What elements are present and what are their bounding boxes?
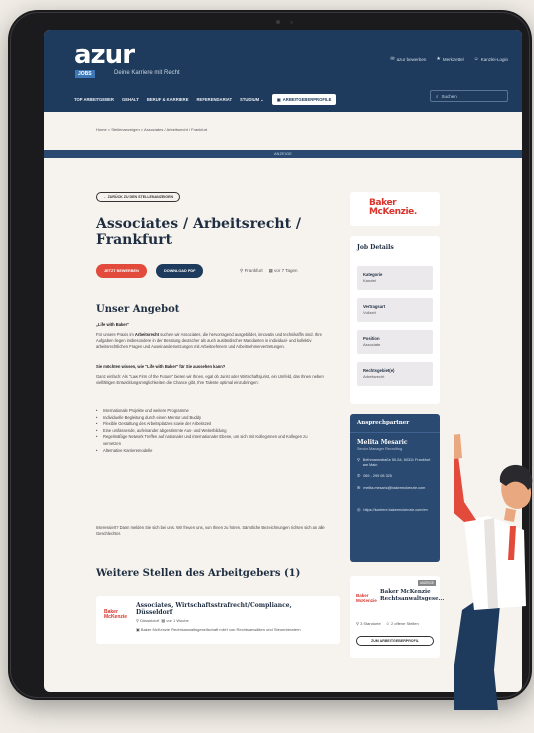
cheering-person-illustration	[454, 434, 533, 710]
contact-title: Ansprechpartner	[357, 420, 410, 426]
employer-logo-box[interactable]: Baker McKenzie.	[350, 192, 440, 226]
baker-mckenzie-logo: Baker McKenzie.	[369, 198, 417, 217]
search-icon: ⌕	[436, 93, 439, 99]
globe-icon: ◎	[357, 508, 361, 512]
list-item: Regelmäßige Network Treffen auf national…	[96, 434, 326, 447]
employer-stats: ⚲ 3 Standorte ☺ 2 offene Stellen	[356, 621, 419, 626]
job-meta: ⚲ Frankfurt ▦ vor 7 Tagen	[240, 268, 298, 274]
user-icon: ☺	[473, 56, 479, 62]
employer-profile-button[interactable]: ZUM ARBEITGEBERPROFIL	[356, 636, 434, 646]
employer-profiles-button[interactable]: ▣ ARBEITGEBERPROFILE	[271, 94, 337, 105]
site-logo[interactable]: azur	[74, 40, 135, 70]
camera	[276, 20, 280, 24]
chevron-down-icon: ⌄	[260, 97, 264, 102]
list-item: Internationale Projekte und weitere Prog…	[96, 408, 326, 415]
phone-icon: ✆	[357, 474, 361, 478]
company-logo: Baker McKenzie	[356, 593, 377, 603]
apply-link[interactable]: ✉ azur bewerben	[390, 56, 426, 62]
divider	[350, 432, 440, 433]
bookmark-icon: ★	[436, 56, 441, 62]
offer-paragraph-1: Für unsere Praxis im Arbeitsrecht suchen…	[96, 332, 322, 349]
related-job-meta: ⚲ Düsseldorf ▦ vor 1 Woche	[136, 618, 189, 623]
related-job-company: ▣ Baker McKenzie Rechtsanwaltsgesellscha…	[136, 627, 301, 632]
list-item: Eine umfassende, aufeinander abgestimmte…	[96, 428, 326, 435]
nav-referendariat[interactable]: REFERENDARIAT	[197, 97, 233, 102]
list-item: Individuelle Begleitung durch einen Ment…	[96, 415, 326, 422]
people-icon: ☺	[385, 621, 390, 626]
job-location: Frankfurt	[244, 268, 263, 273]
ad-label-bar: ANZEIGE	[44, 150, 522, 158]
breadcrumb-bar: Home > Stellenanzeigen > Associates / Ar…	[44, 112, 522, 150]
contact-address: ⚲ Bethmannstraße 50-54, 60311 Frankfurt a…	[357, 458, 431, 467]
search-placeholder: Suchen	[441, 93, 457, 99]
related-job-title[interactable]: Associates, Wirtschaftsstrafrecht/Compli…	[136, 602, 326, 616]
download-pdf-button[interactable]: DOWNLOAD PDF	[156, 264, 204, 278]
firm-login-link[interactable]: ☺ Kanzlei-Login	[474, 56, 508, 62]
offer-subheading-2: Sie möchten wissen, wie "Life with Baker…	[96, 364, 226, 369]
detail-position: Position Associate	[357, 330, 433, 354]
detail-contract: Vertragsart Vollzeit	[357, 298, 433, 322]
location-pin-icon: ⚲	[356, 621, 359, 626]
nav-top-employers[interactable]: TOP ARBEITGEBER	[74, 97, 114, 102]
contact-name: Melita Mesaric	[357, 439, 408, 446]
site-slogan: Deine Karriere mit Recht	[114, 70, 180, 76]
building-icon: ▣	[276, 97, 281, 102]
breadcrumb[interactable]: Home > Stellenanzeigen > Associates / Ar…	[96, 127, 207, 132]
detail-category: Kategorie Kanzlei	[357, 266, 433, 290]
list-item: Flexible Gestaltung des Arbeitsplatzes s…	[96, 421, 326, 428]
offer-subheading-1: „Life with Baker“	[96, 322, 130, 327]
sensor	[290, 21, 293, 24]
related-job-card[interactable]: Baker McKenzie Associates, Wirtschaftsst…	[96, 596, 340, 644]
back-to-listings-button[interactable]: ← ZURÜCK ZU DEN STELLENANZEIGEN	[96, 192, 181, 202]
calendar-icon: ▦	[268, 268, 273, 273]
job-posted: vor 7 Tagen	[274, 268, 298, 273]
contact-phone[interactable]: ✆ 069 - 299 08 325	[357, 474, 435, 479]
job-details-panel: Job Details Kategorie Kanzlei Vertragsar…	[350, 236, 440, 404]
logo-jobs-badge: JOBS	[75, 70, 95, 78]
nav-salary[interactable]: GEHALT	[122, 97, 139, 102]
site-header: azur JOBS Deine Karriere mit Recht ✉ azur…	[44, 30, 522, 112]
building-icon: ▣	[136, 627, 140, 632]
search-input[interactable]: ⌕ Suchen	[430, 90, 508, 102]
job-details-title: Job Details	[357, 244, 394, 251]
contact-role: Senior Manager Recruiting	[357, 447, 403, 451]
bookmarks-link[interactable]: ★ Merkzettel	[436, 56, 463, 62]
offer-paragraph-2: Ganz einfach: Als "Law Firm of the Futur…	[96, 374, 324, 385]
contact-email[interactable]: ✉ melita.mesaric@bakermckenzie.com	[357, 486, 435, 491]
contact-panel: Ansprechpartner Melita Mesaric Senior Ma…	[350, 414, 440, 562]
main-nav: TOP ARBEITGEBER GEHALT BERUF & KARRIERE …	[74, 94, 337, 105]
benefits-list: Internationale Projekte und weitere Prog…	[96, 408, 326, 454]
browser-screen: azur JOBS Deine Karriere mit Recht ✉ azur…	[44, 30, 522, 692]
job-title: Associates / Arbeitsrecht / Frankfurt	[96, 216, 302, 248]
offer-heading: Unser Angebot	[96, 304, 180, 315]
closing-paragraph: Interessiert? Dann melden Sie sich bei u…	[96, 525, 325, 536]
top-links: ✉ azur bewerben ★ Merkzettel ☺ Kanzlei-Logi…	[390, 56, 508, 62]
contact-website[interactable]: ◎ https://karriere.bakermckenzie.com/en	[357, 508, 435, 513]
employer-name[interactable]: Baker McKenzie Rechtsanwaltsgese...	[380, 589, 444, 602]
ad-tag: ANZEIGE	[418, 580, 436, 586]
location-pin-icon: ⚲	[240, 268, 244, 273]
calendar-icon: ▦	[161, 618, 166, 623]
company-logo: Baker McKenzie	[104, 609, 128, 620]
apply-now-button[interactable]: JETZT BEWERBEN	[96, 264, 147, 278]
location-pin-icon: ⚲	[357, 458, 360, 462]
location-pin-icon: ⚲	[136, 618, 139, 623]
nav-study[interactable]: STUDIUM ⌄	[240, 97, 264, 102]
send-icon: ✉	[390, 56, 395, 62]
nav-career[interactable]: BERUF & KARRIERE	[147, 97, 189, 102]
more-jobs-heading: Weitere Stellen des Arbeitgebers (1)	[96, 568, 301, 579]
detail-practice-area: Rechtsgebiet(e) Arbeitsrecht	[357, 362, 433, 386]
mail-icon: ✉	[357, 486, 361, 490]
employer-card: ANZEIGE Baker McKenzie Baker McKenzie Re…	[350, 576, 444, 658]
list-item: Alternative Karrieremodelle	[96, 448, 326, 455]
